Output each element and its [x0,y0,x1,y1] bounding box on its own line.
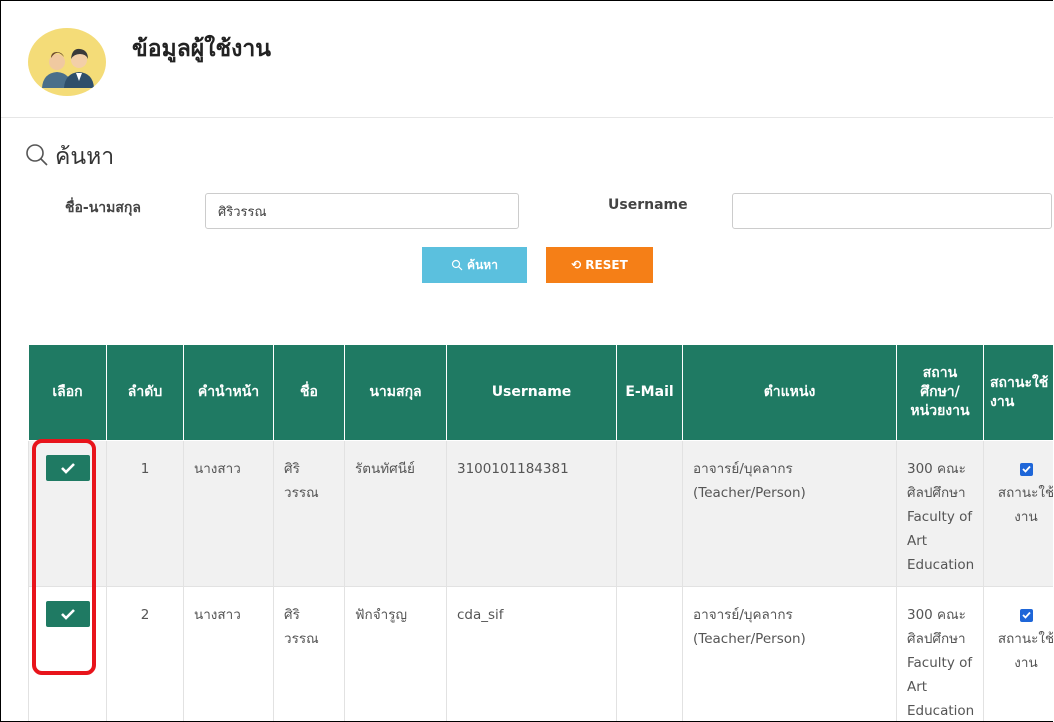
check-icon [1021,465,1031,473]
select-cell [28,586,107,721]
position-cell: อาจารย์/บุคลากร (Teacher/Person) [682,586,897,721]
col-header-email: E-Mail [616,344,683,441]
col-header-lastname: นามสกุล [344,344,447,441]
page-frame: ข้อมูลผู้ใช้งาน ค้นหา ชื่อ-นามสกุล Usern… [0,0,1053,722]
status-checkbox[interactable] [1019,608,1033,622]
status-label: สถานะใช้งาน [997,631,1053,671]
prefix-cell: นางสาว [183,440,274,587]
col-header-position: ตำแหน่ง [682,344,897,441]
row-number: 1 [106,440,184,587]
users-table: เลือก ลำดับ คำนำหน้า ชื่อ นามสกุล Userna… [28,344,1053,721]
status-cell: สถานะใช้งาน [983,586,1053,721]
refresh-icon: ⟲ [571,258,582,272]
position-cell: อาจารย์/บุคลากร (Teacher/Person) [682,440,897,587]
search-button[interactable]: ค้นหา [422,247,527,283]
check-icon [1021,611,1031,619]
check-icon [60,463,75,474]
col-header-prefix: คำนำหน้า [183,344,274,441]
select-cell [28,440,107,587]
org-cell: 300 คณะศิลปศึกษา Faculty of Art Educatio… [896,586,984,721]
col-header-no: ลำดับ [106,344,184,441]
username-field-label: Username [608,197,688,213]
row-number: 2 [106,586,184,721]
table-row: 1 นางสาว ศิริวรรณ รัตนทัศนีย์ 3100101184… [28,440,1053,587]
col-header-username: Username [446,344,617,441]
status-checkbox[interactable] [1019,462,1033,476]
search-button-label: ค้นหา [467,257,498,272]
col-header-org: สถานศึกษา/หน่วยงาน [896,344,984,441]
select-button[interactable] [45,601,90,627]
username-cell: cda_sif [446,586,617,721]
firstname-cell: ศิริวรรณ [273,440,345,587]
col-header-select: เลือก [28,344,107,441]
search-heading-label: ค้นหา [55,144,115,170]
page-header: ข้อมูลผู้ใช้งาน [1,1,1053,118]
select-button[interactable] [45,455,90,481]
org-cell: 300 คณะศิลปศึกษา Faculty of Art Educatio… [896,440,984,587]
name-field-label: ชื่อ-นามสกุล [65,200,141,216]
reset-button[interactable]: ⟲ RESET [546,247,653,283]
name-input[interactable] [205,193,519,229]
check-icon [60,609,75,620]
page-title: ข้อมูลผู้ใช้งาน [132,36,271,62]
status-cell: สถานะใช้งาน [983,440,1053,587]
table-row: 2 นางสาว ศิริวรรณ ฟักจำรูญ cda_sif อาจาร… [28,586,1053,721]
reset-button-label: RESET [585,258,628,272]
table-header-row: เลือก ลำดับ คำนำหน้า ชื่อ นามสกุล Userna… [28,344,1053,441]
prefix-cell: นางสาว [183,586,274,721]
search-icon [25,143,49,171]
lastname-cell: ฟักจำรูญ [344,586,447,721]
status-label: สถานะใช้งาน [997,485,1053,525]
email-cell [616,586,683,721]
col-header-firstname: ชื่อ [273,344,345,441]
username-cell: 3100101184381 [446,440,617,587]
firstname-cell: ศิริวรรณ [273,586,345,721]
col-header-status: สถานะใช้งาน [983,344,1053,441]
users-avatar-icon [28,28,106,96]
username-input[interactable] [732,193,1052,229]
lastname-cell: รัตนทัศนีย์ [344,440,447,587]
search-icon [451,259,463,271]
email-cell [616,440,683,587]
search-heading: ค้นหา [25,141,114,173]
